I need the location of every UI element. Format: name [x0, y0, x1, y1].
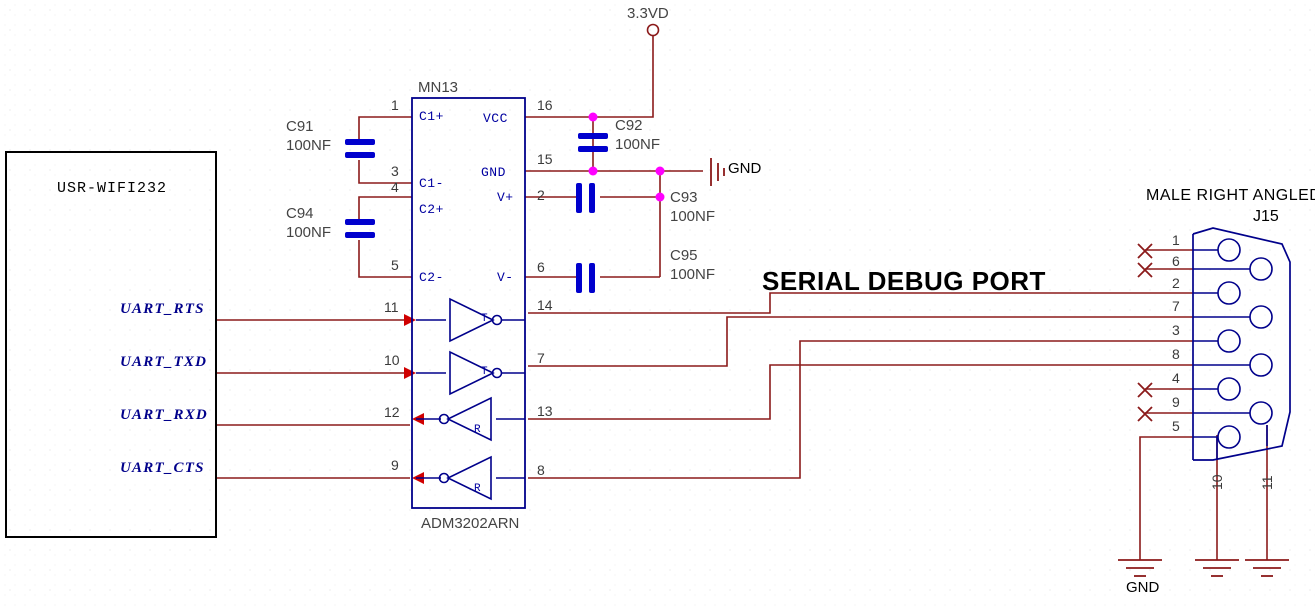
connector-pin-number-5: 5: [1172, 418, 1180, 434]
power-port-circle: [646, 23, 660, 37]
module-label: USR-WIFI232: [57, 180, 168, 197]
cap-c94-plate-b: [345, 232, 375, 238]
ic-pin-name-c2n: C2-: [419, 270, 444, 285]
cap-c91-plate-a: [345, 139, 375, 145]
ic-body-outline: [411, 97, 526, 509]
connector-designator: J15: [1253, 208, 1279, 225]
ic-pin-number-10: 10: [384, 352, 400, 368]
cap-c92-ref: C92: [615, 117, 643, 134]
ic-pin-number-6: 6: [537, 259, 545, 275]
cap-c91-ref: C91: [286, 118, 314, 135]
wires-red: [216, 36, 1268, 560]
ic-pin-number-15: 15: [537, 151, 553, 167]
ic-pin-number-9: 9: [391, 457, 399, 473]
ic-pin-name-vcc: VCC: [483, 111, 508, 126]
ic-pin-number-8: 8: [537, 462, 545, 478]
ic-pin-number-5: 5: [391, 257, 399, 273]
driver-gate-1: [449, 297, 503, 343]
power-net-label: 3.3VD: [627, 5, 669, 22]
cap-c95-plate-a: [576, 263, 582, 293]
connector-shell-pin-11: 11: [1259, 475, 1275, 490]
ic-pin-number-2: 2: [537, 187, 545, 203]
ic-pin-number-1: 1: [391, 97, 399, 113]
gnd-symbol-shell-11: [1245, 559, 1289, 577]
schematic-canvas: USR-WIFI232 MN13 ADM3202ARN C1+ C1- C2+ …: [0, 0, 1315, 606]
signal-label-uart-txd: UART_TXD: [120, 354, 208, 370]
driver-gate-2-glyph: T: [481, 366, 489, 378]
ic-pin-name-vn: V-: [497, 270, 514, 285]
ic-internal-nets: [416, 319, 525, 479]
connector-pin-number-4: 4: [1172, 370, 1180, 386]
gnd-symbol-connector-1: [1118, 559, 1162, 577]
cap-c94-value: 100NF: [286, 224, 332, 241]
gnd-label-ic: GND: [728, 160, 762, 177]
connector-pin-circles: [1217, 238, 1273, 449]
signal-label-uart-rts: UART_RTS: [120, 301, 205, 317]
receiver-gate-1: [438, 396, 492, 442]
cap-c92-plate-b: [578, 146, 608, 152]
ic-pin-number-11: 11: [384, 299, 399, 315]
gnd-symbol-shell-10: [1195, 559, 1239, 577]
gnd-symbol-ic: [710, 158, 725, 186]
ic-pin-number-3: 3: [391, 163, 399, 179]
ic-pin-number-12: 12: [384, 404, 400, 420]
ic-designator: MN13: [418, 79, 459, 96]
connector-shell-pin-10: 10: [1209, 474, 1225, 490]
driver-gate-2: [449, 350, 503, 396]
ic-pin-number-16: 16: [537, 97, 553, 113]
receiver-gate-1-glyph: R: [474, 424, 482, 436]
ic-pin-number-7: 7: [537, 350, 545, 366]
connector-description: MALE RIGHT ANGLED: [1146, 187, 1315, 204]
driver-gate-1-glyph: T: [481, 313, 489, 325]
ic-pin-number-14: 14: [537, 297, 553, 313]
ic-pin-number-13: 13: [537, 403, 553, 419]
cap-c91-plate-b: [345, 152, 375, 158]
cap-c93-value: 100NF: [670, 208, 716, 225]
connector-pin-number-8: 8: [1172, 346, 1180, 362]
cap-c92-plate-a: [578, 133, 608, 139]
ic-pin-name-c2p: C2+: [419, 202, 444, 217]
cap-c95-plate-b: [589, 263, 595, 293]
cap-c93-plate-b: [589, 183, 595, 213]
cap-c91-value: 100NF: [286, 137, 332, 154]
ic-pin-number-4: 4: [391, 179, 399, 195]
no-connect-markers: [1137, 243, 1153, 422]
signal-label-uart-rxd: UART_RXD: [120, 407, 208, 423]
receiver-gate-2-glyph: R: [474, 483, 482, 495]
connector-shell: [1192, 227, 1291, 461]
connector-pin-number-1: 1: [1172, 232, 1180, 248]
cap-c92-value: 100NF: [615, 136, 661, 153]
cap-c94-ref: C94: [286, 205, 314, 222]
module-box-outline: [5, 151, 217, 538]
connector-pin-number-2: 2: [1172, 275, 1180, 291]
receiver-gate-2: [438, 455, 492, 501]
connector-pin-number-9: 9: [1172, 394, 1180, 410]
ic-pin-name-c1p: C1+: [419, 109, 444, 124]
page-title: SERIAL DEBUG PORT: [762, 266, 1046, 296]
cap-c93-ref: C93: [670, 189, 698, 206]
gnd-label-connector: GND: [1126, 579, 1160, 596]
connector-pin-number-6: 6: [1172, 253, 1180, 269]
cap-c95-value: 100NF: [670, 266, 716, 283]
ic-pin-name-c1n: C1-: [419, 176, 444, 191]
connector-pin-number-3: 3: [1172, 322, 1180, 338]
capacitor-plates: [345, 133, 608, 293]
ic-part-number: ADM3202ARN: [421, 515, 520, 532]
connector-pin-number-7: 7: [1172, 298, 1180, 314]
cap-c95-ref: C95: [670, 247, 698, 264]
signal-label-uart-cts: UART_CTS: [120, 460, 205, 476]
ic-pin-name-gnd: GND: [481, 165, 506, 180]
ic-pin-name-vp: V+: [497, 190, 514, 205]
cap-c93-plate-a: [576, 183, 582, 213]
pin-arrows: [404, 314, 424, 484]
cap-c94-plate-a: [345, 219, 375, 225]
